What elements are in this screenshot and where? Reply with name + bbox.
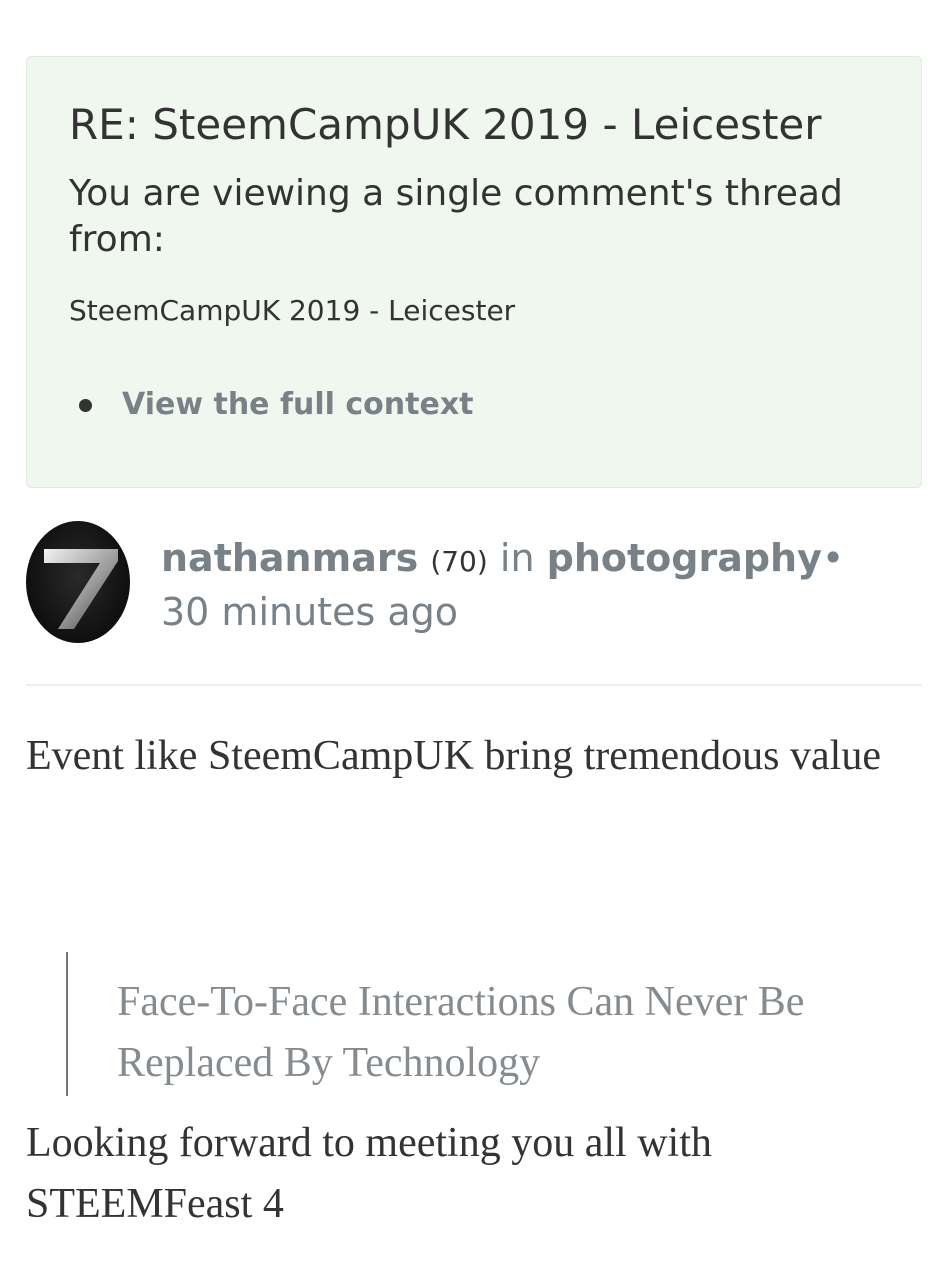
comment-blockquote: Face-To-Face Interactions Can Never Be R…: [66, 952, 926, 1096]
blockquote-text: Face-To-Face Interactions Can Never Be R…: [117, 979, 805, 1086]
comment-paragraph: Looking forward to meeting you all with …: [26, 1120, 712, 1227]
divider: [26, 684, 922, 686]
avatar[interactable]: [26, 521, 130, 643]
parent-post-title[interactable]: SteemCampUK 2019 - Leicester: [69, 293, 879, 329]
author-reputation: (70): [430, 545, 488, 578]
seven-logo-icon: [44, 549, 118, 629]
view-full-context-link[interactable]: View the full context: [122, 385, 474, 425]
author-name-link[interactable]: nathanmars: [161, 536, 418, 580]
thread-subtitle: You are viewing a single comment's threa…: [69, 173, 843, 260]
category-link[interactable]: photography: [547, 536, 822, 580]
thread-title: RE: SteemCampUK 2019 - Leicester: [69, 100, 822, 149]
context-link-item: View the full context: [69, 385, 879, 425]
in-label: in: [499, 536, 535, 580]
comment-thread-context: RE: SteemCampUK 2019 - Leicester You are…: [26, 56, 922, 488]
comment-author-row: nathanmars (70) in photography• 30 minut…: [26, 521, 922, 645]
separator-dot: •: [821, 536, 845, 580]
post-time[interactable]: 30 minutes ago: [161, 590, 458, 634]
bullet-icon: [79, 398, 92, 412]
comment-paragraph: Event like SteemCampUK bring tremendous …: [26, 733, 881, 779]
context-links: View the full context: [69, 385, 879, 425]
author-meta: nathanmars (70) in photography• 30 minut…: [161, 533, 861, 637]
